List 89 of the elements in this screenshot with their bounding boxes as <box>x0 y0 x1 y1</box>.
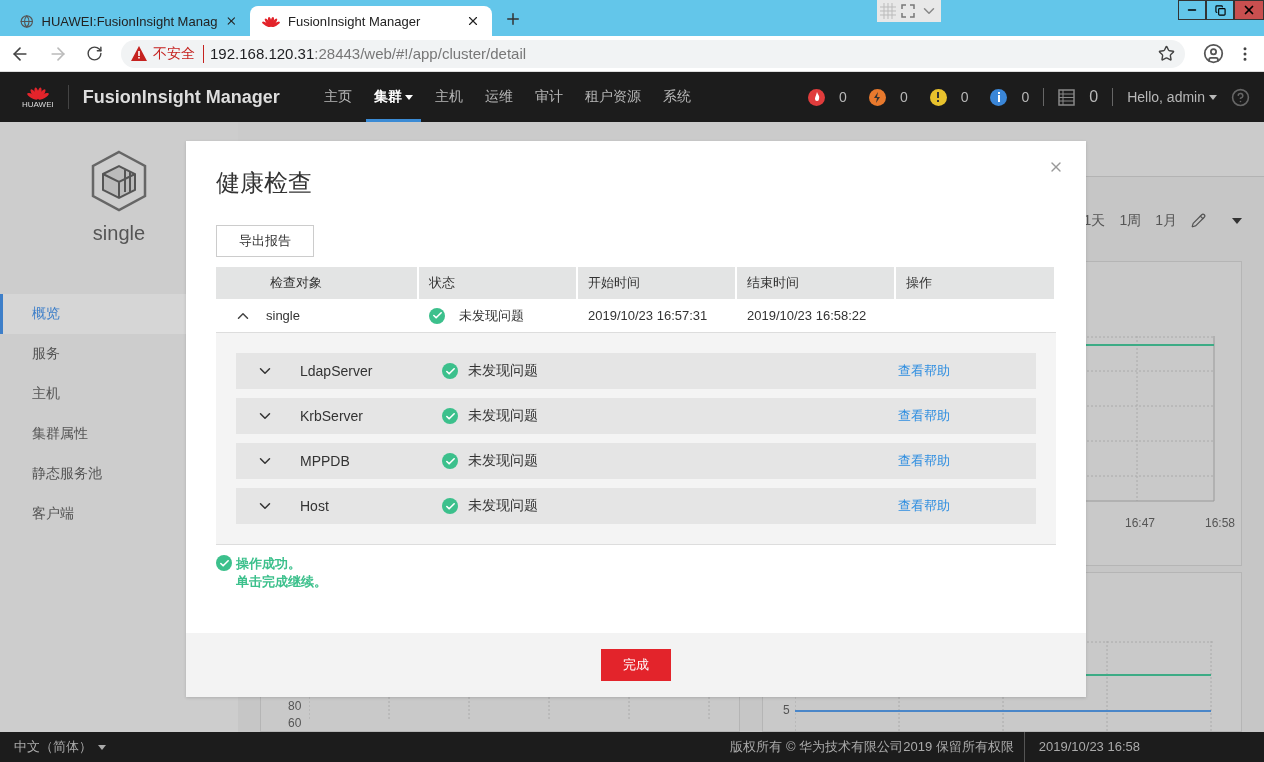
check-status: 未发现问题 <box>468 452 538 470</box>
export-button[interactable]: 导出报告 <box>216 225 314 257</box>
alarm-count: 0 <box>899 89 908 105</box>
edit-icon[interactable] <box>1191 213 1206 228</box>
nav-tab[interactable]: 审计 <box>526 72 571 122</box>
dialog-title: 健康检查 <box>216 168 313 198</box>
check-name: Host <box>300 498 330 514</box>
alarm-count: 0 <box>960 89 969 105</box>
alarm-count: 0 <box>1021 89 1030 105</box>
table-cell: 未发现问题 <box>459 306 524 325</box>
help-link[interactable]: 查看帮助 <box>898 497 950 515</box>
table-cell: single <box>266 308 300 323</box>
range-option[interactable]: 1月 <box>1155 211 1177 230</box>
help-icon[interactable] <box>1231 87 1250 107</box>
reload-icon[interactable] <box>86 45 103 62</box>
done-button[interactable]: 完成 <box>601 649 671 681</box>
table-cell: 2019/10/23 16:58:22 <box>747 308 867 323</box>
nav-tab[interactable]: 租户资源 <box>576 72 649 122</box>
copyright-text: 版权所有 © 华为技术有限公司2019 保留所有权限 <box>730 738 1014 756</box>
alarm-icon[interactable] <box>808 88 826 106</box>
url-text: 192.168.120.31:28443/web/#!/app/cluster/detail <box>210 45 527 62</box>
table-cell: 2019/10/23 16:57:31 <box>588 308 708 323</box>
check-name: LdapServer <box>300 363 374 379</box>
alarm-icon[interactable] <box>929 88 947 106</box>
column-header: 状态 <box>419 267 578 299</box>
user-menu[interactable]: Hello, admin <box>1127 89 1217 105</box>
fullscreen-icon[interactable] <box>901 4 915 18</box>
caret-icon <box>1209 94 1217 100</box>
range-option[interactable]: 1周 <box>1119 211 1142 230</box>
logo-icon <box>262 14 280 28</box>
success-icon <box>216 555 232 571</box>
check-status: 未发现问题 <box>468 407 538 425</box>
new-tab-icon[interactable] <box>504 10 522 28</box>
warning-icon <box>131 46 147 61</box>
close-icon[interactable] <box>466 14 480 28</box>
axis-label: 16:47 <box>1125 516 1156 530</box>
browser-tab[interactable]: FusionInsight Manager <box>250 6 492 36</box>
close-icon[interactable] <box>225 14 238 28</box>
language-menu[interactable]: 中文（简体） <box>14 738 106 756</box>
check-icon <box>429 307 445 324</box>
close-icon <box>1242 3 1256 17</box>
cluster-name: single <box>92 222 146 245</box>
check-icon <box>442 453 458 469</box>
caret-icon[interactable] <box>1232 217 1242 224</box>
help-link[interactable]: 查看帮助 <box>898 407 950 425</box>
success-message: 操作成功。 <box>236 555 302 573</box>
alarm-icon[interactable] <box>868 88 886 106</box>
globe-icon <box>20 13 34 29</box>
star-icon[interactable] <box>1158 45 1175 62</box>
column-header: 操作 <box>896 267 1056 299</box>
product-name: FusionInsight Manager <box>82 86 280 108</box>
help-link[interactable]: 查看帮助 <box>898 362 950 380</box>
date-time: 2019/10/23 16:58 <box>1023 732 1154 762</box>
check-icon <box>442 363 458 379</box>
column-header: 结束时间 <box>737 267 896 299</box>
nav-tab[interactable]: 主页 <box>315 72 360 122</box>
address-bar[interactable]: 不安全 192.168.120.31:28443/web/#!/app/cluster/detail <box>121 39 1185 68</box>
success-message: 单击完成继续。 <box>236 573 327 591</box>
nav-tab[interactable]: 主机 <box>426 72 471 122</box>
nav-tab[interactable]: 运维 <box>476 72 521 122</box>
column-header: 检查对象 <box>216 267 419 299</box>
list-icon[interactable] <box>1058 88 1076 106</box>
check-status: 未发现问题 <box>468 362 538 380</box>
help-link[interactable]: 查看帮助 <box>898 452 950 470</box>
check-status: 未发现问题 <box>468 497 538 515</box>
check-icon <box>442 498 458 514</box>
logo-text: HUAWEI <box>22 100 54 110</box>
browser-tab[interactable]: HUAWEI:FusionInsight Manag <box>8 6 250 36</box>
axis-label: 80 <box>288 699 302 713</box>
restore-icon <box>1214 4 1226 16</box>
close-button[interactable] <box>1234 0 1264 20</box>
minimize-button[interactable] <box>1178 0 1206 20</box>
task-count: 0 <box>1089 88 1099 106</box>
profile-icon[interactable] <box>1203 43 1224 64</box>
check-icon <box>442 408 458 424</box>
security-label: 不安全 <box>153 44 204 63</box>
check-name: KrbServer <box>300 408 365 424</box>
caret-icon <box>98 744 106 750</box>
axis-label: 16:58 <box>1205 516 1236 530</box>
alarm-icon[interactable] <box>990 88 1008 106</box>
axis-label: 60 <box>288 716 302 730</box>
check-name: MPPDB <box>300 453 351 469</box>
axis-label: 5 <box>783 703 790 717</box>
logo-icon <box>26 84 49 101</box>
alarm-count: 0 <box>839 89 847 105</box>
restore-button[interactable] <box>1206 0 1234 20</box>
column-header: 开始时间 <box>578 267 737 299</box>
nav-tab[interactable]: 系统 <box>654 72 699 122</box>
cluster-icon <box>91 150 147 212</box>
